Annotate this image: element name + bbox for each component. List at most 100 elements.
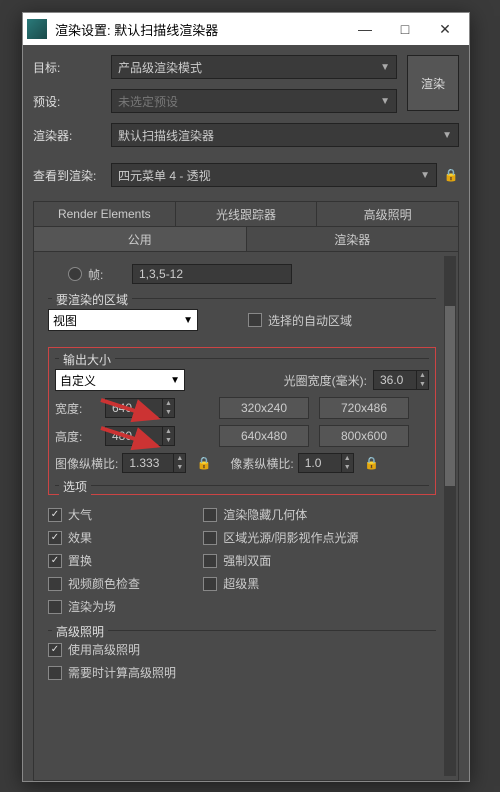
tabs-secondary: Render Elements 光线跟踪器 高级照明: [33, 201, 459, 227]
use-adv-lighting-checkbox[interactable]: [48, 643, 62, 657]
render-button[interactable]: 渲染: [407, 55, 459, 111]
chevron-down-icon: ▼: [183, 315, 193, 326]
target-label: 目标:: [33, 59, 111, 76]
compute-adv-lighting-label: 需要时计算高级照明: [68, 664, 176, 681]
use-adv-lighting-label: 使用高级照明: [68, 641, 140, 658]
pixel-aspect-value: 1.0: [299, 456, 341, 470]
preset-720x486-button[interactable]: 720x486: [319, 397, 409, 419]
option-label: 效果: [68, 529, 92, 546]
option-checkbox[interactable]: [48, 577, 62, 591]
width-label: 宽度:: [55, 400, 105, 417]
preset-320x240-button[interactable]: 320x240: [219, 397, 309, 419]
tab-advanced-lighting[interactable]: 高级照明: [317, 202, 458, 226]
renderer-value: 默认扫描线渲染器: [118, 127, 214, 144]
preset-label: 预设:: [33, 93, 111, 110]
option-checkbox[interactable]: [48, 508, 62, 522]
area-select-value: 视图: [53, 312, 77, 329]
image-aspect-spinner[interactable]: 1.333 ▲▼: [122, 453, 186, 473]
option-checkbox[interactable]: [48, 554, 62, 568]
height-value: 480: [106, 429, 162, 443]
tab-raytracer[interactable]: 光线跟踪器: [176, 202, 318, 226]
auto-region-checkbox[interactable]: [248, 313, 262, 327]
spin-down-icon[interactable]: ▼: [417, 380, 428, 389]
close-button[interactable]: ✕: [425, 15, 465, 43]
target-value: 产品级渲染模式: [118, 59, 202, 76]
image-aspect-value: 1.333: [123, 456, 173, 470]
spin-up-icon[interactable]: ▲: [174, 454, 185, 463]
app-icon: [27, 19, 47, 39]
spin-down-icon[interactable]: ▼: [163, 408, 174, 417]
option-checkbox[interactable]: [203, 531, 217, 545]
frames-label: 帧:: [88, 266, 132, 283]
options-group-title: 选项: [59, 478, 91, 495]
option-checkbox[interactable]: [48, 600, 62, 614]
window-title: 渲染设置: 默认扫描线渲染器: [55, 20, 345, 39]
chevron-down-icon: ▼: [442, 130, 452, 141]
chevron-down-icon: ▼: [380, 96, 390, 107]
height-label: 高度:: [55, 428, 105, 445]
chevron-down-icon: ▼: [380, 62, 390, 73]
option-item: 渲染为场: [48, 598, 203, 615]
spin-down-icon[interactable]: ▼: [342, 463, 353, 472]
lock-icon[interactable]: 🔒: [364, 455, 380, 471]
option-label: 视频颜色检查: [68, 575, 140, 592]
height-spinner[interactable]: 480 ▲▼: [105, 426, 175, 446]
target-select[interactable]: 产品级渲染模式 ▼: [111, 55, 397, 79]
spin-down-icon[interactable]: ▼: [163, 436, 174, 445]
option-checkbox[interactable]: [203, 554, 217, 568]
lock-icon[interactable]: 🔒: [443, 167, 459, 183]
image-aspect-label: 图像纵横比:: [55, 455, 118, 472]
preset-value: 未选定预设: [118, 93, 178, 110]
aperture-spinner[interactable]: 36.0 ▲▼: [373, 370, 429, 390]
spin-up-icon[interactable]: ▲: [163, 399, 174, 408]
auto-region-label: 选择的自动区域: [268, 312, 352, 329]
tab-common[interactable]: 公用: [34, 227, 247, 251]
lock-icon[interactable]: 🔒: [196, 455, 212, 471]
spin-up-icon[interactable]: ▲: [417, 371, 428, 380]
option-label: 置换: [68, 552, 92, 569]
frames-input[interactable]: 1,3,5-12: [132, 264, 292, 284]
area-group-title: 要渲染的区域: [52, 291, 132, 308]
spin-up-icon[interactable]: ▲: [163, 427, 174, 436]
option-checkbox[interactable]: [48, 531, 62, 545]
option-item: 渲染隐藏几何体: [203, 506, 436, 523]
option-item: 大气: [48, 506, 203, 523]
scrollbar[interactable]: [444, 256, 456, 776]
output-custom-value: 自定义: [60, 372, 96, 389]
output-custom-select[interactable]: 自定义 ▼: [55, 369, 185, 391]
pixel-aspect-label: 像素纵横比:: [230, 455, 293, 472]
options-grid: 大气渲染隐藏几何体效果区域光源/阴影视作点光源置换强制双面视频颜色检查超级黑渲染…: [48, 503, 436, 618]
option-checkbox[interactable]: [203, 508, 217, 522]
chevron-down-icon: ▼: [420, 170, 430, 181]
viewto-label: 查看到渲染:: [33, 167, 111, 184]
option-item: 区域光源/阴影视作点光源: [203, 529, 436, 546]
viewto-select[interactable]: 四元菜单 4 - 透视 ▼: [111, 163, 437, 187]
pixel-aspect-spinner[interactable]: 1.0 ▲▼: [298, 453, 354, 473]
adv-lighting-group-title: 高级照明: [52, 623, 108, 640]
titlebar[interactable]: 渲染设置: 默认扫描线渲染器 — □ ✕: [23, 13, 469, 45]
preset-800x600-button[interactable]: 800x600: [319, 425, 409, 447]
minimize-button[interactable]: —: [345, 15, 385, 43]
option-label: 大气: [68, 506, 92, 523]
scrollbar-thumb[interactable]: [445, 306, 455, 486]
spin-up-icon[interactable]: ▲: [342, 454, 353, 463]
compute-adv-lighting-checkbox[interactable]: [48, 666, 62, 680]
option-item: 超级黑: [203, 575, 436, 592]
option-item: 效果: [48, 529, 203, 546]
width-spinner[interactable]: 640 ▲▼: [105, 398, 175, 418]
renderer-select[interactable]: 默认扫描线渲染器 ▼: [111, 123, 459, 147]
tab-renderer[interactable]: 渲染器: [247, 227, 459, 251]
maximize-button[interactable]: □: [385, 15, 425, 43]
tab-render-elements[interactable]: Render Elements: [34, 202, 176, 226]
option-item: 视频颜色检查: [48, 575, 203, 592]
common-panel: 帧: 1,3,5-12 要渲染的区域 视图 ▼ 选择的自动区域 输出大小: [33, 252, 459, 781]
renderer-label: 渲染器:: [33, 127, 111, 144]
frames-radio[interactable]: [68, 267, 82, 281]
output-group-title: 输出大小: [59, 351, 115, 368]
preset-select[interactable]: 未选定预设 ▼: [111, 89, 397, 113]
spin-down-icon[interactable]: ▼: [174, 463, 185, 472]
preset-640x480-button[interactable]: 640x480: [219, 425, 309, 447]
option-label: 渲染为场: [68, 598, 116, 615]
area-select[interactable]: 视图 ▼: [48, 309, 198, 331]
option-checkbox[interactable]: [203, 577, 217, 591]
